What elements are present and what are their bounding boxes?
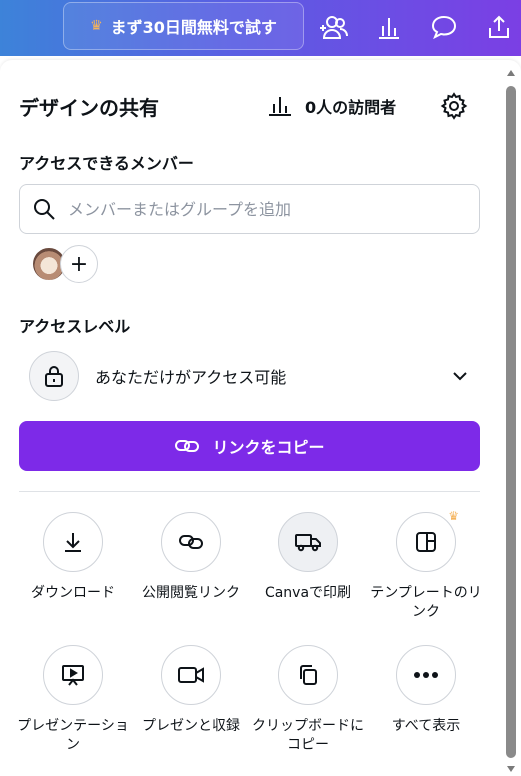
- lock-icon: [29, 351, 79, 401]
- action-label: 公開閲覧リンク: [142, 585, 240, 601]
- plus-icon: +: [69, 251, 89, 277]
- access-level-value: あなただけがアクセス可能: [95, 368, 287, 387]
- action-present-record[interactable]: プレゼンと収録: [132, 645, 250, 736]
- search-icon: [34, 199, 55, 220]
- copy-icon: [278, 645, 338, 705]
- share-icon[interactable]: [483, 12, 515, 42]
- chevron-down-icon: [453, 372, 467, 381]
- scroll-down-icon[interactable]: [507, 766, 515, 772]
- action-show-all[interactable]: すべて表示: [367, 645, 485, 736]
- member-search: [19, 184, 480, 234]
- bar-chart-icon: [269, 97, 291, 116]
- free-trial-button[interactable]: ♛ まず30日間無料で試す: [63, 2, 304, 50]
- scroll-thumb[interactable]: [506, 86, 516, 758]
- crown-icon: ♛: [90, 18, 103, 34]
- action-public-link[interactable]: 公開閲覧リンク: [132, 512, 250, 603]
- action-label: テンプレートのリンク: [370, 585, 482, 620]
- scrollbar[interactable]: [503, 66, 518, 772]
- people-add-icon[interactable]: [318, 12, 350, 42]
- members-label: アクセスできるメンバー: [19, 154, 194, 173]
- more-icon: [396, 645, 456, 705]
- crown-icon: ♛: [448, 509, 459, 523]
- action-download[interactable]: ダウンロード: [14, 512, 132, 603]
- link-icon: [175, 440, 200, 452]
- bar-chart-icon[interactable]: [373, 12, 405, 42]
- visitors-count: 0人の訪問者: [305, 98, 397, 117]
- presentation-icon: [43, 645, 103, 705]
- access-level-label: アクセスレベル: [19, 317, 131, 336]
- action-label: プレゼンテーション: [17, 718, 129, 753]
- top-toolbar: ♛ まず30日間無料で試す: [0, 0, 521, 56]
- action-copy-clipboard[interactable]: クリップボードにコピー: [249, 645, 367, 755]
- page-title: デザインの共有: [19, 96, 159, 120]
- video-icon: [161, 645, 221, 705]
- add-member-button[interactable]: +: [60, 245, 98, 283]
- divider: [19, 491, 480, 492]
- free-trial-label: まず30日間無料で試す: [110, 18, 277, 37]
- download-icon: [43, 512, 103, 572]
- access-level-select[interactable]: あなただけがアクセス可能: [29, 351, 480, 401]
- action-label: クリップボードにコピー: [252, 718, 364, 753]
- action-label: プレゼンと収録: [142, 718, 240, 734]
- template-icon: ♛: [396, 509, 459, 572]
- visitors-button[interactable]: 0人の訪問者: [267, 94, 396, 118]
- action-presentation[interactable]: プレゼンテーション: [14, 645, 132, 755]
- action-template-link[interactable]: ♛ テンプレートのリンク: [367, 509, 485, 622]
- truck-icon: [278, 512, 338, 572]
- gear-icon[interactable]: [440, 92, 468, 120]
- action-print[interactable]: Canvaで印刷: [249, 512, 367, 603]
- comment-icon[interactable]: [428, 12, 460, 42]
- link-icon: [161, 512, 221, 572]
- action-label: ダウンロード: [31, 585, 115, 601]
- copy-link-button[interactable]: リンクをコピー: [19, 421, 480, 471]
- search-input[interactable]: [68, 199, 448, 219]
- action-label: Canvaで印刷: [264, 585, 352, 601]
- copy-link-label: リンクをコピー: [212, 438, 325, 457]
- scroll-up-icon[interactable]: [507, 70, 515, 76]
- action-label: すべて表示: [391, 718, 461, 734]
